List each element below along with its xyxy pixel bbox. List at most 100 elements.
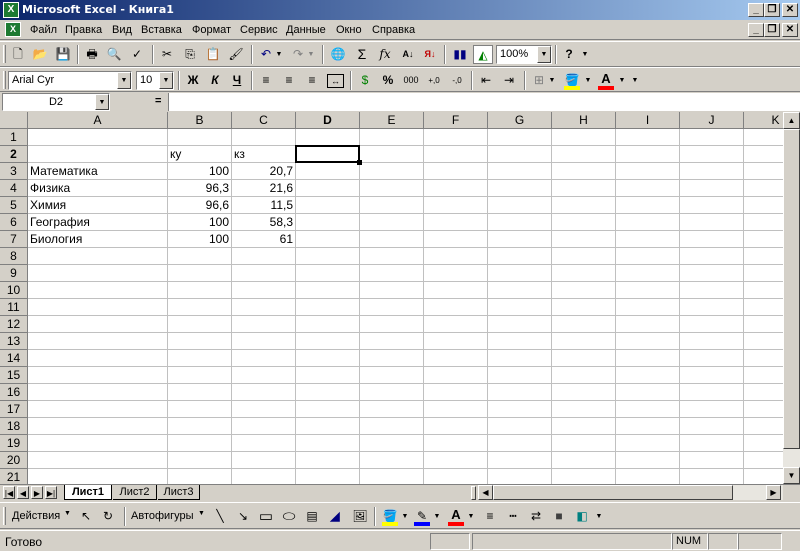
row-header-20[interactable]: 20 — [0, 452, 28, 469]
cell-B19[interactable] — [168, 435, 232, 452]
cell-G13[interactable] — [488, 333, 552, 350]
restore-button[interactable]: ❐ — [764, 3, 780, 17]
row-header-10[interactable]: 10 — [0, 282, 28, 299]
cell-C8[interactable] — [232, 248, 296, 265]
cell-J2[interactable] — [680, 146, 744, 163]
cell-D12[interactable] — [296, 316, 360, 333]
cell-E18[interactable] — [360, 418, 424, 435]
cell-I5[interactable] — [616, 197, 680, 214]
column-header-J[interactable]: J — [680, 112, 744, 129]
cell-J13[interactable] — [680, 333, 744, 350]
cell-J14[interactable] — [680, 350, 744, 367]
borders-icon[interactable]: ⊞ — [529, 71, 549, 90]
drawing-toggle-icon[interactable]: ◭ — [473, 45, 493, 64]
italic-button[interactable]: К — [205, 71, 225, 90]
horizontal-scrollbar[interactable]: ◀ ▶ — [478, 485, 783, 500]
cell-E17[interactable] — [360, 401, 424, 418]
cell-A16[interactable] — [28, 384, 168, 401]
cell-G4[interactable] — [488, 180, 552, 197]
cell-B12[interactable] — [168, 316, 232, 333]
scroll-right-icon[interactable]: ▶ — [766, 485, 781, 500]
cell-F13[interactable] — [424, 333, 488, 350]
cell-F15[interactable] — [424, 367, 488, 384]
cell-B15[interactable] — [168, 367, 232, 384]
chevron-down-icon[interactable]: ▼ — [159, 72, 173, 89]
doc-restore-button[interactable]: ❐ — [764, 23, 780, 37]
cell-E16[interactable] — [360, 384, 424, 401]
cell-A1[interactable] — [28, 129, 168, 146]
thousands-separator-button[interactable]: 000 — [401, 71, 421, 90]
3d-icon[interactable]: ◧ — [572, 507, 592, 526]
name-box[interactable]: D2 ▼ — [2, 93, 110, 111]
cell-I1[interactable] — [616, 129, 680, 146]
sort-ascending-icon[interactable]: A↓ — [398, 45, 418, 64]
cell-A21[interactable] — [28, 469, 168, 484]
cell-F11[interactable] — [424, 299, 488, 316]
fill-dropdown-icon[interactable]: ▼ — [400, 507, 410, 526]
menu-view[interactable]: Вид — [112, 24, 132, 36]
cell-B17[interactable] — [168, 401, 232, 418]
tab-split-handle[interactable] — [471, 486, 476, 500]
cell-C7[interactable]: 61 — [232, 231, 296, 248]
ellipse-icon[interactable]: ⬭ — [279, 507, 299, 526]
cell-A2[interactable] — [28, 146, 168, 163]
cell-H11[interactable] — [552, 299, 616, 316]
cell-G3[interactable] — [488, 163, 552, 180]
spelling-icon[interactable]: ✓ — [127, 45, 147, 64]
row-header-4[interactable]: 4 — [0, 180, 28, 197]
fill-color-dropdown-icon[interactable]: ▼ — [583, 71, 593, 90]
paste-icon[interactable]: 📋 — [203, 45, 223, 64]
row-header-7[interactable]: 7 — [0, 231, 28, 248]
toolbar-grip[interactable] — [3, 45, 6, 63]
cell-H8[interactable] — [552, 248, 616, 265]
cell-C3[interactable]: 20,7 — [232, 163, 296, 180]
row-header-5[interactable]: 5 — [0, 197, 28, 214]
cell-G1[interactable] — [488, 129, 552, 146]
cell-A19[interactable] — [28, 435, 168, 452]
cell-G7[interactable] — [488, 231, 552, 248]
cell-G21[interactable] — [488, 469, 552, 484]
cell-H12[interactable] — [552, 316, 616, 333]
cell-C20[interactable] — [232, 452, 296, 469]
cell-D20[interactable] — [296, 452, 360, 469]
last-sheet-icon[interactable]: ▶| — [45, 486, 57, 499]
row-header-3[interactable]: 3 — [0, 163, 28, 180]
cell-I15[interactable] — [616, 367, 680, 384]
column-header-F[interactable]: F — [424, 112, 488, 129]
cell-G14[interactable] — [488, 350, 552, 367]
print-preview-icon[interactable]: 🔍 — [104, 45, 124, 64]
cell-A7[interactable]: Биология — [28, 231, 168, 248]
cell-A11[interactable] — [28, 299, 168, 316]
wordart-icon[interactable]: ◢ — [325, 507, 345, 526]
menu-help[interactable]: Справка — [372, 24, 415, 36]
row-header-21[interactable]: 21 — [0, 469, 28, 484]
font-color-icon[interactable]: A — [596, 71, 616, 90]
cell-A13[interactable] — [28, 333, 168, 350]
excel-app-icon[interactable]: X — [3, 2, 19, 18]
cell-A4[interactable]: Физика — [28, 180, 168, 197]
cell-A5[interactable]: Химия — [28, 197, 168, 214]
cell-G8[interactable] — [488, 248, 552, 265]
cell-B20[interactable] — [168, 452, 232, 469]
increase-indent-icon[interactable]: ⇥ — [499, 71, 519, 90]
cell-C4[interactable]: 21,6 — [232, 180, 296, 197]
cell-D7[interactable] — [296, 231, 360, 248]
row-header-14[interactable]: 14 — [0, 350, 28, 367]
cell-A17[interactable] — [28, 401, 168, 418]
cell-H15[interactable] — [552, 367, 616, 384]
scroll-left-icon[interactable]: ◀ — [478, 485, 493, 500]
fill-color-icon[interactable]: 🪣 — [380, 507, 400, 526]
cell-H9[interactable] — [552, 265, 616, 282]
cell-B18[interactable] — [168, 418, 232, 435]
format-painter-icon[interactable]: 🖌 — [226, 45, 246, 64]
cell-B4[interactable]: 96,3 — [168, 180, 232, 197]
actions-menu[interactable]: Действия — [12, 510, 60, 522]
cell-E6[interactable] — [360, 214, 424, 231]
hyperlink-globe-icon[interactable]: 🌐 — [328, 45, 348, 64]
column-header-C[interactable]: C — [232, 112, 296, 129]
cell-F14[interactable] — [424, 350, 488, 367]
align-right-icon[interactable]: ≡ — [302, 71, 322, 90]
cell-I18[interactable] — [616, 418, 680, 435]
cell-D14[interactable] — [296, 350, 360, 367]
font-size-combo[interactable]: 10 ▼ — [136, 71, 174, 90]
